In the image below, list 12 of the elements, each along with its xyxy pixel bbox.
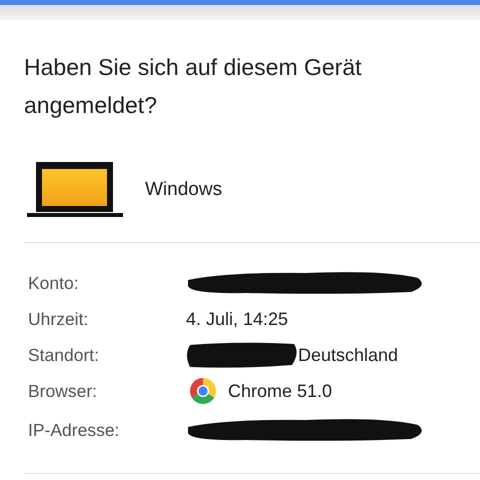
detail-value: Chrome 51.0 xyxy=(228,380,332,402)
detail-label: Browser: xyxy=(28,380,98,402)
device-name: Windows xyxy=(145,179,222,201)
detail-label: Uhrzeit: xyxy=(28,308,90,330)
laptop-icon xyxy=(27,162,123,218)
detail-label: IP-Adresse: xyxy=(28,420,120,440)
question-title: Haben Sie sich auf diesem Gerät angemeldet? xyxy=(24,53,363,120)
detail-value: Deutschland xyxy=(298,344,398,366)
detail-label: Standort: xyxy=(28,344,100,366)
detail-value: 4. Juli, 14:25 xyxy=(186,308,288,330)
browser-logo-icon xyxy=(190,378,216,404)
detail-label: Konto: xyxy=(28,272,80,294)
